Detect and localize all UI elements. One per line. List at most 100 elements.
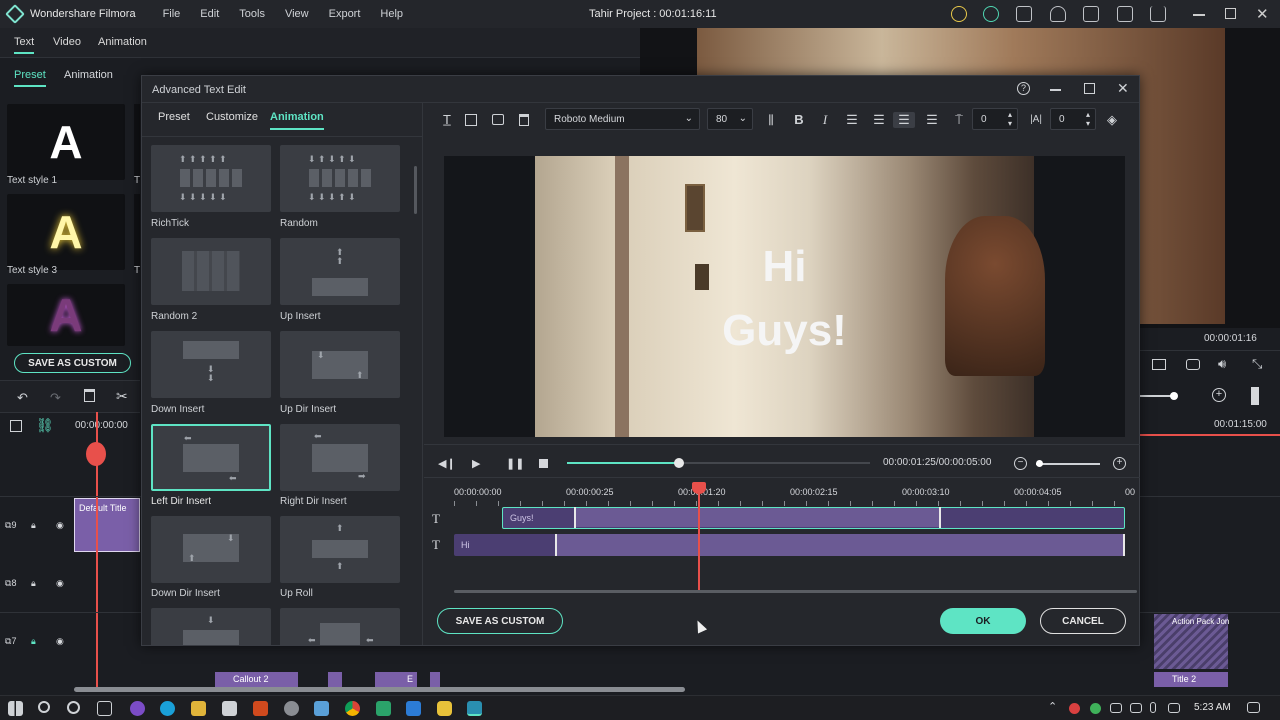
- anim-random[interactable]: ⬇ ⬆ ⬇ ⬆ ⬇ ⬇ ⬇ ⬇ ⬆ ⬇: [280, 145, 400, 212]
- chrome-icon[interactable]: [345, 701, 360, 716]
- eye-icon[interactable]: ◉: [56, 578, 64, 589]
- dialog-minimize-icon[interactable]: [1050, 89, 1061, 91]
- anim-down-insert[interactable]: ⬇ ⬇: [151, 331, 271, 398]
- lightbulb-icon[interactable]: [951, 6, 967, 22]
- mail-icon[interactable]: [406, 701, 421, 716]
- save-as-custom-button[interactable]: SAVE AS CUSTOM: [437, 608, 563, 634]
- menu-tools[interactable]: Tools: [239, 8, 265, 20]
- align-right-icon[interactable]: ☰: [871, 112, 887, 128]
- mail-icon[interactable]: [1117, 6, 1133, 22]
- playback-knob[interactable]: [674, 458, 685, 468]
- menu-view[interactable]: View: [285, 8, 309, 20]
- action-pack-clip[interactable]: Action Pack Jon: [1154, 614, 1229, 669]
- scissors-icon[interactable]: ✂: [116, 388, 128, 405]
- restore-icon[interactable]: [1225, 8, 1236, 19]
- subtab-animation[interactable]: Animation: [64, 69, 113, 81]
- tab-animation[interactable]: Animation: [98, 36, 147, 48]
- dialog-zoom-slider[interactable]: [1036, 463, 1100, 465]
- menu-edit[interactable]: Edit: [200, 8, 219, 20]
- microphone-icon[interactable]: [1150, 702, 1156, 713]
- range-handle[interactable]: [555, 534, 557, 556]
- range-handle[interactable]: [574, 507, 576, 528]
- edge-icon[interactable]: [160, 701, 175, 716]
- messenger-icon[interactable]: [130, 701, 145, 716]
- dialog-close-icon[interactable]: ✕: [1117, 80, 1129, 97]
- expand-icon[interactable]: ⤡: [1252, 356, 1262, 372]
- timeline-scrollbar[interactable]: [74, 687, 685, 692]
- stepper-arrows-icon[interactable]: ▴ ▾: [1008, 110, 1012, 128]
- text-box-icon[interactable]: T̲: [439, 112, 455, 128]
- tab-text[interactable]: Text: [14, 36, 35, 54]
- dialog-tab-preset[interactable]: Preset: [158, 111, 190, 123]
- zoom-in-icon[interactable]: +: [1113, 457, 1126, 470]
- playhead-handle[interactable]: [692, 482, 706, 494]
- record-icon[interactable]: [1069, 703, 1080, 714]
- range-handle[interactable]: [1123, 534, 1125, 556]
- windows-start-icon[interactable]: [8, 701, 23, 716]
- text-style-1-thumb[interactable]: A: [7, 104, 125, 180]
- redo-icon[interactable]: ↷: [50, 390, 61, 406]
- cancel-button[interactable]: CANCEL: [1040, 608, 1126, 634]
- text-spacing-icon[interactable]: ⫼: [763, 112, 779, 128]
- help-icon[interactable]: ?: [1017, 82, 1030, 95]
- anim-right-dir-insert[interactable]: ⬅ ➡: [280, 424, 400, 491]
- italic-icon[interactable]: I: [817, 112, 833, 128]
- title-2-clip[interactable]: Title 2: [1154, 672, 1228, 687]
- zoom-in-icon[interactable]: +: [1212, 388, 1226, 402]
- align-center-icon[interactable]: ☰: [893, 112, 915, 128]
- layers-icon[interactable]: ◈: [1104, 112, 1120, 128]
- app-icon[interactable]: [376, 701, 391, 716]
- lock-icon[interactable]: 🔒︎: [31, 520, 36, 531]
- account-icon[interactable]: [1050, 6, 1066, 22]
- delete-icon[interactable]: [84, 389, 95, 402]
- range-handle[interactable]: [939, 507, 941, 528]
- font-dropdown[interactable]: Roboto Medium ⌄: [545, 108, 700, 130]
- char-spacing-icon[interactable]: ⍑: [951, 112, 967, 128]
- shape-icon[interactable]: [465, 114, 477, 126]
- play-icon[interactable]: ▶: [472, 457, 480, 470]
- monitor-icon[interactable]: [1152, 359, 1166, 370]
- anim-random-2[interactable]: [151, 238, 271, 305]
- add-track-icon[interactable]: [10, 420, 22, 432]
- guys-text-track[interactable]: Guys!: [502, 507, 1125, 529]
- app-icon[interactable]: [284, 701, 299, 716]
- anim-up-insert[interactable]: ⬆ ⬆: [280, 238, 400, 305]
- gift-icon[interactable]: [1016, 6, 1032, 22]
- hi-text-track[interactable]: Hi: [454, 534, 1125, 556]
- lock-icon[interactable]: 🔒︎: [31, 636, 36, 647]
- anim-up-roll[interactable]: ⬆ ⬆: [280, 516, 400, 583]
- lock-icon[interactable]: 🔒︎: [31, 578, 36, 589]
- dialog-tab-animation[interactable]: Animation: [270, 111, 324, 130]
- scissor-playhead-icon[interactable]: [86, 442, 106, 466]
- zoom-knob[interactable]: [1170, 392, 1178, 400]
- chevron-up-icon[interactable]: ⌃: [1048, 700, 1057, 713]
- callout-clip[interactable]: Callout 2: [215, 672, 298, 687]
- monitor-icon[interactable]: [1110, 703, 1122, 713]
- anim-down-dir-insert[interactable]: ⬇ ⬆: [151, 516, 271, 583]
- justify-icon[interactable]: ☰: [924, 112, 940, 128]
- camera-icon[interactable]: [1186, 359, 1200, 370]
- step-back-icon[interactable]: ◀❙: [438, 457, 456, 470]
- anim-scrollbar[interactable]: [414, 166, 417, 214]
- office-icon[interactable]: [253, 701, 268, 716]
- minimize-icon[interactable]: [1193, 14, 1205, 16]
- animation-range[interactable]: [556, 534, 1123, 556]
- close-icon[interactable]: ✕: [1256, 5, 1269, 23]
- default-title-clip[interactable]: Default Title: [74, 498, 140, 552]
- line-spacing-icon[interactable]: |A|: [1028, 112, 1044, 128]
- playback-track[interactable]: [567, 458, 870, 468]
- volume-icon[interactable]: 🔊︎: [1218, 356, 1226, 372]
- link-icon[interactable]: ⛓: [36, 417, 54, 434]
- pause-icon[interactable]: ❚❚: [506, 457, 524, 470]
- dialog-tab-customize[interactable]: Customize: [206, 111, 258, 123]
- line-spacing-stepper[interactable]: 0 ▴ ▾: [1050, 108, 1096, 130]
- char-spacing-stepper[interactable]: 0 ▴ ▾: [972, 108, 1018, 130]
- display-icon[interactable]: [1168, 703, 1180, 713]
- eye-icon[interactable]: ◉: [56, 636, 64, 647]
- sync-icon[interactable]: [983, 6, 999, 22]
- ok-button[interactable]: OK: [940, 608, 1026, 634]
- stop-icon[interactable]: [539, 459, 548, 468]
- text-style-3-thumb[interactable]: A: [7, 194, 125, 270]
- network-icon[interactable]: [1130, 703, 1142, 713]
- menu-help[interactable]: Help: [380, 8, 403, 20]
